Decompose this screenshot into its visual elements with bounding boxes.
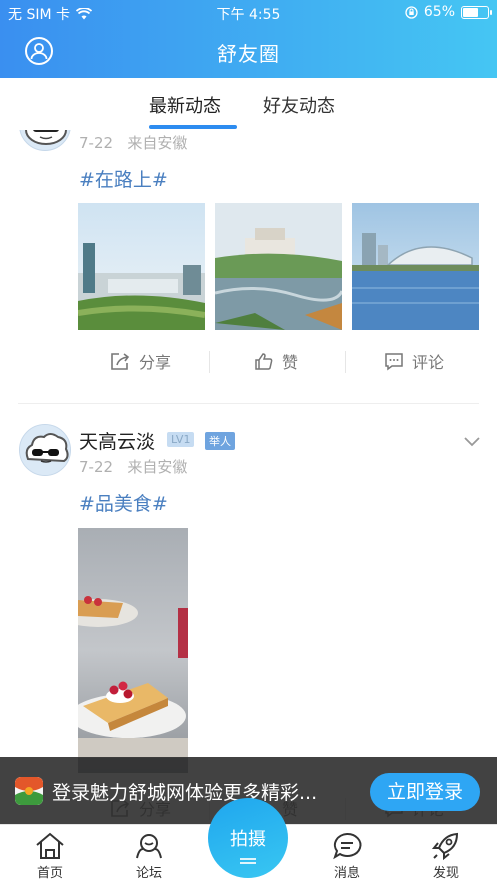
- active-tab-indicator: [149, 125, 237, 129]
- feed-list[interactable]: 7-22 来自安徽 #在路上# 分享 赞 评论 天高云淡 LV1 举人 7-22…: [0, 130, 497, 830]
- rotation-lock-icon: [405, 5, 418, 19]
- post-username[interactable]: 天高云淡: [79, 427, 155, 454]
- tab-friends[interactable]: 好友动态: [263, 92, 335, 118]
- status-right: 65%: [405, 4, 492, 20]
- post-location: 来自安徽: [127, 458, 188, 476]
- title-bar: 舒友圈: [0, 26, 497, 76]
- shoot-label: 拍摄: [230, 829, 266, 850]
- post-location: 来自安徽: [127, 134, 188, 152]
- like-button[interactable]: 赞: [254, 349, 298, 373]
- tab-forum-label: 论坛: [135, 866, 162, 881]
- post-topic[interactable]: #在路上#: [79, 165, 168, 192]
- share-button[interactable]: 分享: [110, 349, 171, 373]
- avatar[interactable]: [19, 424, 71, 476]
- banner-text: 登录魅力舒城网体验更多精彩...: [52, 782, 318, 804]
- share-icon: [111, 352, 130, 370]
- tab-latest[interactable]: 最新动态: [149, 92, 221, 118]
- separator: [209, 351, 210, 373]
- post-image[interactable]: [215, 203, 342, 330]
- post-actions: 分享 赞 评论: [0, 341, 497, 381]
- tab-home[interactable]: 首页: [20, 831, 80, 881]
- feed-tabs: 最新动态 好友动态: [0, 78, 497, 130]
- battery-fill: [463, 7, 478, 17]
- tab-discover[interactable]: 发现: [416, 831, 476, 881]
- battery-icon: [461, 5, 492, 19]
- separator: [345, 351, 346, 373]
- avatar[interactable]: [19, 130, 71, 151]
- shoot-bars-icon: [240, 858, 256, 864]
- avatar-image: [25, 130, 67, 145]
- comment-icon: [385, 352, 403, 370]
- post-meta: 7-22 来自安徽: [79, 132, 187, 153]
- post-image[interactable]: [78, 528, 188, 773]
- tab-discover-label: 发现: [432, 866, 459, 881]
- forum-icon: [136, 834, 162, 859]
- post-image[interactable]: [78, 203, 205, 330]
- rocket-icon: [431, 832, 459, 861]
- like-label: 赞: [282, 353, 299, 372]
- comment-label: 评论: [412, 353, 445, 372]
- tab-messages-label: 消息: [333, 866, 360, 881]
- tab-home-label: 首页: [36, 866, 63, 881]
- level-badge: LV1: [167, 432, 195, 447]
- message-icon: [333, 832, 362, 860]
- role-badge: 举人: [205, 432, 235, 450]
- post-meta: 7-22 来自安徽: [79, 456, 187, 477]
- chevron-down-icon[interactable]: [463, 436, 481, 448]
- home-icon: [36, 832, 64, 859]
- avatar-image: [20, 425, 70, 475]
- app-logo-icon: [15, 777, 43, 805]
- thumbs-up-icon: [255, 352, 273, 370]
- battery-percent: 65%: [423, 4, 455, 20]
- post-image[interactable]: [352, 203, 479, 330]
- tab-messages[interactable]: 消息: [317, 831, 377, 881]
- post-date: 7-22: [79, 134, 114, 152]
- comment-button[interactable]: 评论: [384, 349, 444, 373]
- page-title: 舒友圈: [217, 42, 280, 66]
- status-bar: 无 SIM 卡 下午 4:55 65%: [0, 0, 497, 26]
- share-label: 分享: [139, 353, 172, 372]
- shoot-button[interactable]: 拍摄: [208, 798, 288, 878]
- post-divider: [18, 403, 479, 404]
- tab-forum[interactable]: 论坛: [119, 831, 179, 881]
- login-button[interactable]: 立即登录: [370, 773, 480, 811]
- post-topic[interactable]: #品美食#: [79, 489, 168, 516]
- app-header: 无 SIM 卡 下午 4:55 65% 舒友圈: [0, 0, 497, 78]
- post-date: 7-22: [79, 458, 114, 476]
